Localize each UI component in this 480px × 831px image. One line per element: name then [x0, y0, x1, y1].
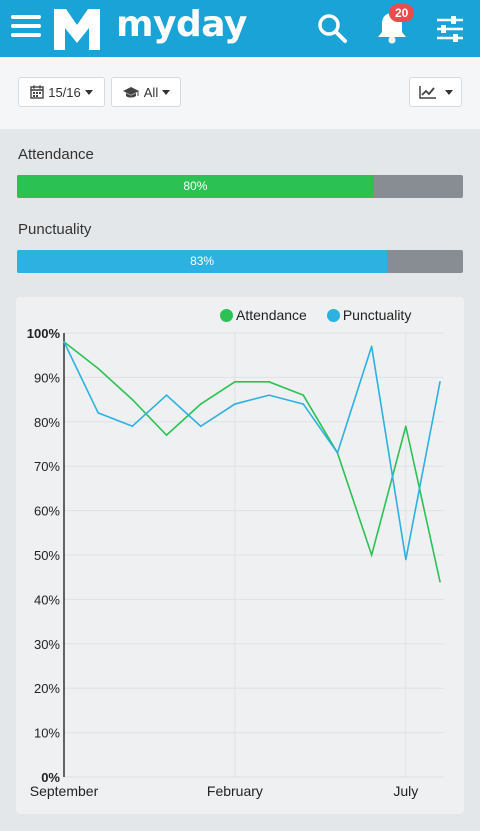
- data-point: [199, 425, 202, 428]
- filter-toolbar: 15/16 All: [0, 57, 480, 129]
- series-line-punctuality: [63, 341, 441, 560]
- attendance-punctuality-chart: 0% 10% 20% 30% 40% 50% 60% 70% 80% 90% 100% Septemb…: [16, 297, 464, 814]
- line-chart-icon: [418, 86, 436, 99]
- logo-m-icon: [54, 9, 100, 50]
- data-point: [199, 403, 202, 405]
- data-point: [370, 554, 373, 556]
- legend-item-punctuality[interactable]: Punctuality: [326, 307, 412, 323]
- y-tick-label: 70%: [34, 459, 60, 474]
- y-tick-label: 10%: [34, 726, 60, 741]
- legend-dot: [326, 308, 340, 322]
- search-icon[interactable]: [316, 12, 348, 44]
- x-tick-label: July: [393, 783, 418, 799]
- data-point: [268, 381, 270, 383]
- data-point: [165, 434, 168, 436]
- legend-label: Attendance: [236, 307, 307, 323]
- data-point: [302, 403, 305, 405]
- settings-sliders-icon[interactable]: [435, 14, 465, 44]
- data-point: [165, 394, 168, 396]
- data-point: [439, 580, 441, 583]
- line-chart: 0%10%20%30%40%50%60%70%80%90%100%Septemb…: [27, 326, 444, 799]
- data-point: [439, 381, 441, 383]
- data-point: [268, 394, 270, 396]
- data-point: [97, 412, 99, 414]
- year-filter-label: 15/16: [48, 84, 81, 100]
- punctuality-progress-bar: 83%: [17, 250, 463, 273]
- chevron-down-icon: [84, 89, 93, 95]
- attendance-percent: 80%: [183, 179, 208, 193]
- app-header: myday 20: [0, 0, 480, 57]
- data-point: [370, 345, 373, 348]
- category-filter-label: All: [143, 84, 159, 100]
- attendance-progress-bar: 80%: [17, 175, 463, 198]
- legend-item-attendance[interactable]: Attendance: [220, 307, 307, 323]
- punctuality-percent: 83%: [190, 254, 215, 268]
- category-filter-button[interactable]: All: [111, 77, 181, 107]
- y-tick-label: 80%: [34, 415, 60, 430]
- y-tick-label: 60%: [34, 504, 60, 519]
- y-tick-label: 40%: [34, 592, 60, 607]
- attendance-label: Attendance: [18, 146, 94, 163]
- y-tick-label: 20%: [34, 681, 60, 696]
- legend-dot: [220, 308, 233, 322]
- legend-label: Punctuality: [342, 307, 412, 323]
- data-point: [234, 381, 236, 383]
- data-point: [234, 403, 236, 405]
- data-point: [336, 452, 339, 454]
- y-tick-label: 30%: [34, 637, 60, 652]
- data-point: [97, 367, 99, 370]
- data-point: [405, 558, 407, 561]
- graduation-cap-icon: [122, 86, 139, 97]
- chevron-down-icon: [444, 89, 453, 95]
- punctuality-label: Punctuality: [18, 221, 92, 238]
- calendar-icon: [30, 85, 44, 99]
- year-filter-button[interactable]: 15/16: [18, 77, 105, 107]
- data-point: [131, 425, 134, 428]
- chart-legend: Attendance Punctuality: [220, 307, 431, 323]
- x-tick-label: September: [30, 783, 99, 799]
- app-logo-text: myday: [116, 4, 247, 45]
- chevron-down-icon: [162, 89, 171, 95]
- x-tick-label: February: [207, 783, 263, 799]
- menu-icon[interactable]: [11, 15, 41, 41]
- data-point: [63, 341, 65, 343]
- data-point: [405, 425, 407, 428]
- chart-type-button[interactable]: [409, 77, 462, 107]
- y-tick-label: 50%: [34, 548, 60, 563]
- y-tick-label: 100%: [27, 326, 61, 341]
- data-point: [302, 394, 305, 396]
- notification-count-badge: 20: [389, 4, 415, 22]
- data-point: [131, 398, 134, 401]
- y-tick-label: 90%: [34, 370, 60, 385]
